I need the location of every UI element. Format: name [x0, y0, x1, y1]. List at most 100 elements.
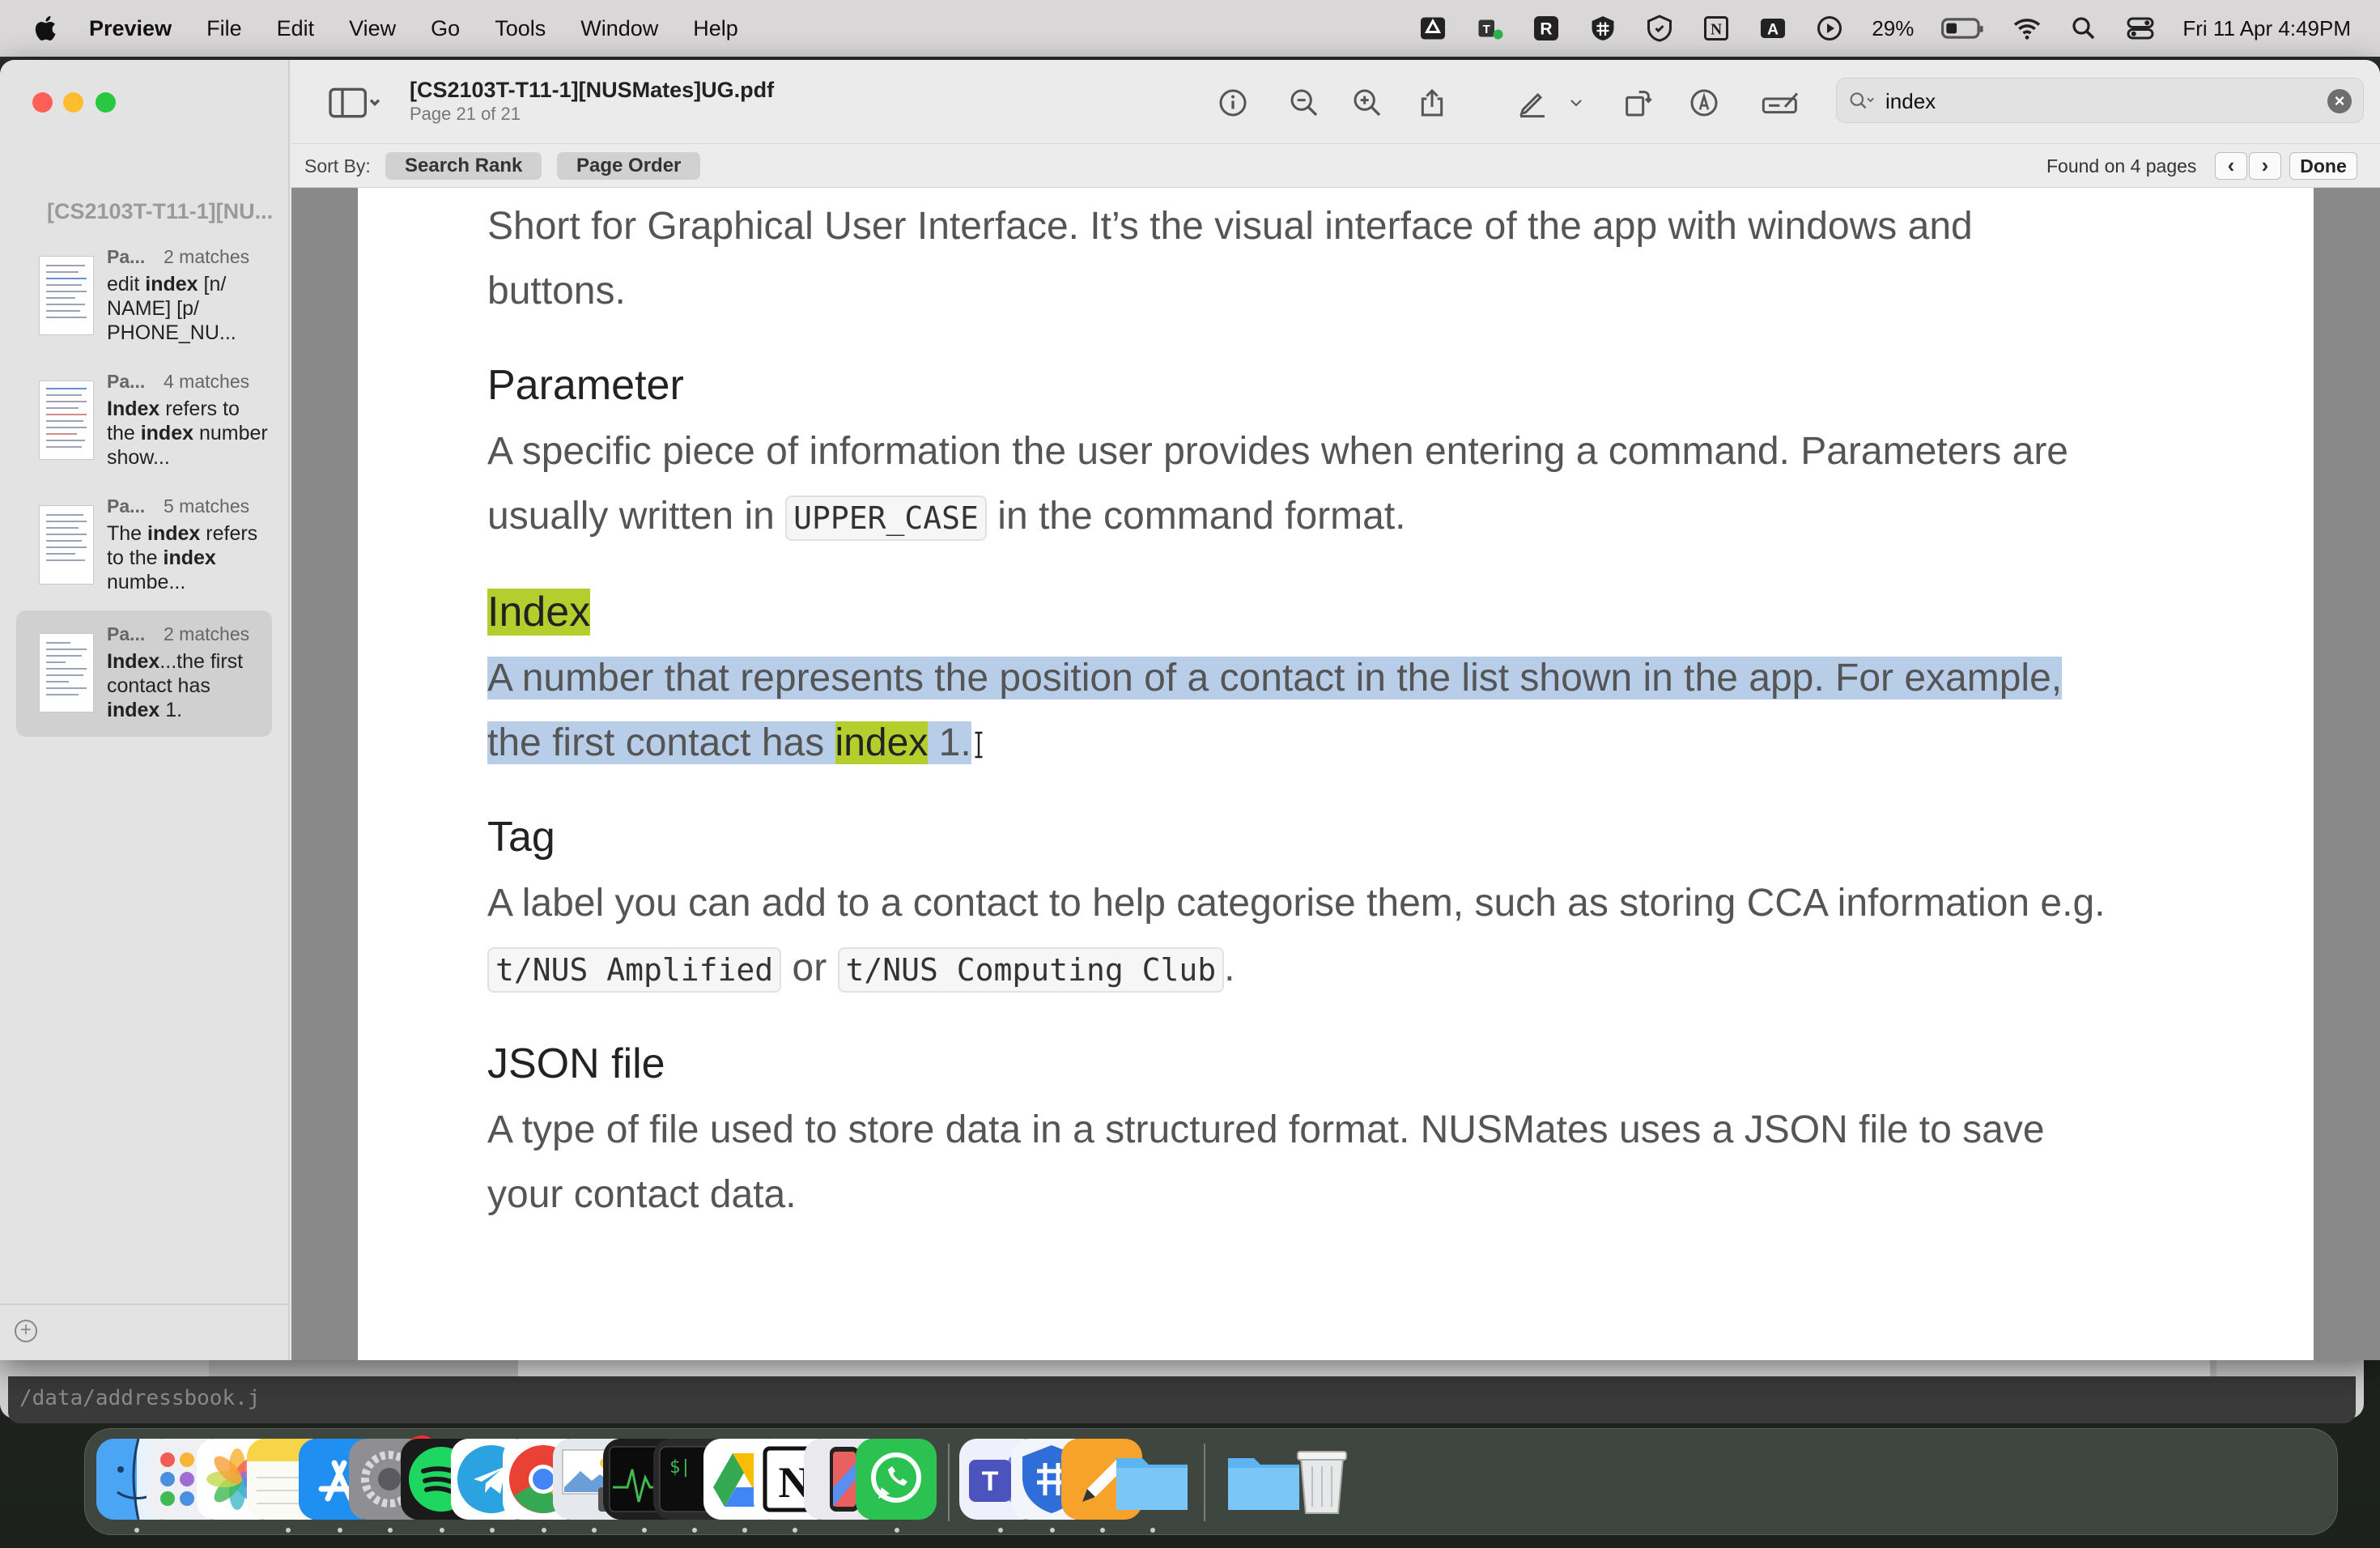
- menu-edit[interactable]: Edit: [277, 16, 315, 41]
- toolbar: [CS2103T-T11-1][NUSMates]UG.pdf Page 21 …: [291, 60, 2380, 144]
- search-highlight: index: [835, 721, 929, 764]
- page-thumbnail: [39, 256, 94, 335]
- menu-help[interactable]: Help: [693, 16, 738, 41]
- search-result-item[interactable]: Pa... 2 matches edit index [n/ NAME] [p/…: [16, 240, 272, 359]
- result-snippet: edit index [n/ NAME] [p/ PHONE_NU...: [107, 273, 236, 344]
- text-cursor-icon: [975, 732, 983, 759]
- search-result-item[interactable]: Pa... 4 matches Index refers to the inde…: [16, 364, 272, 484]
- close-window-button[interactable]: [32, 92, 53, 113]
- result-match-count: 2 matches: [164, 623, 250, 644]
- svg-text:R: R: [1541, 20, 1553, 39]
- svg-text:T: T: [1483, 23, 1490, 36]
- search-highlight: Index: [487, 589, 591, 636]
- now-playing-icon[interactable]: [1815, 14, 1844, 43]
- highlight-menu-chevron-icon[interactable]: [1564, 84, 1588, 121]
- result-page-label: Pa...: [107, 623, 146, 644]
- page-thumbnail: [39, 381, 94, 460]
- battery-percent: 29%: [1872, 15, 1915, 40]
- zoom-out-icon[interactable]: [1286, 84, 1323, 121]
- result-match-count: 2 matches: [164, 246, 250, 267]
- readwise-icon[interactable]: R: [1532, 14, 1561, 43]
- code-snippet: UPPER_CASE: [785, 495, 987, 541]
- highlight-pen-icon[interactable]: [1514, 84, 1551, 121]
- found-count: Found on 4 pages: [2046, 155, 2197, 176]
- preview-window: [CS2103T-T11-1][NU... Pa... 2 matches ed…: [0, 60, 2380, 1360]
- markup-icon[interactable]: [1685, 84, 1723, 121]
- json-definition-line: your contact data.: [487, 1173, 797, 1216]
- next-result-button[interactable]: ›: [2249, 152, 2281, 180]
- apple-icon[interactable]: [32, 14, 62, 43]
- background-terminal: /data/addressbook.j: [8, 1376, 2356, 1423]
- spotlight-search-icon[interactable]: [2069, 14, 2098, 43]
- svg-text:A: A: [1767, 21, 1779, 39]
- search-sort-bar: Sort By: Search Rank Page Order Found on…: [291, 144, 2380, 188]
- notion-status-icon[interactable]: N: [1702, 14, 1731, 43]
- menu-app-preview[interactable]: Preview: [89, 16, 172, 41]
- result-snippet: Index refers to the index number show...: [107, 398, 268, 469]
- document-view[interactable]: Short for Graphical User Interface. It’s…: [291, 188, 2380, 1360]
- sort-by-label: Sort By:: [304, 155, 371, 176]
- svg-text:$|: $|: [669, 1457, 691, 1478]
- selected-text: 1.: [928, 721, 971, 764]
- minimize-window-button[interactable]: [63, 92, 83, 113]
- sort-page-order-button[interactable]: Page Order: [557, 152, 701, 180]
- sidebar-toggle-icon[interactable]: [322, 84, 387, 121]
- menu-window[interactable]: Window: [580, 16, 658, 41]
- result-match-count: 5 matches: [164, 495, 250, 517]
- teams-status-icon[interactable]: T: [1475, 14, 1504, 43]
- zoom-in-icon[interactable]: [1349, 84, 1386, 121]
- menu-view[interactable]: View: [349, 16, 396, 41]
- sidebar-document-title: [CS2103T-T11-1][NU...: [47, 199, 274, 223]
- index-definition-line[interactable]: the first contact has index 1.: [487, 711, 2220, 776]
- result-page-label: Pa...: [107, 495, 146, 517]
- tag-definition-line: A label you can add to a contact to help…: [487, 882, 2106, 925]
- page-indicator: Page 21 of 21: [410, 104, 521, 124]
- zoom-window-button[interactable]: [96, 92, 116, 113]
- pdf-page[interactable]: Short for Graphical User Interface. It’s…: [358, 188, 2314, 1360]
- code-snippet: t/NUS Computing Club: [837, 947, 1225, 993]
- whatsapp-icon[interactable]: [856, 1439, 937, 1520]
- form-fill-icon[interactable]: [1757, 84, 1805, 121]
- control-center-icon[interactable]: [2126, 14, 2155, 43]
- index-heading: Index: [487, 588, 2220, 646]
- selected-text: A number that represents the position of…: [487, 657, 2063, 700]
- battery-icon[interactable]: [1941, 14, 1985, 43]
- share-icon[interactable]: [1413, 84, 1451, 121]
- menu-bar: Preview File Edit View Go Tools Window H…: [0, 0, 2380, 57]
- sort-search-rank-button[interactable]: Search Rank: [385, 152, 542, 180]
- menu-tools[interactable]: Tools: [495, 16, 546, 41]
- menu-clock[interactable]: Fri 11 Apr 4:49PM: [2182, 16, 2351, 41]
- dock: 1 $| N T: [84, 1428, 2338, 1535]
- gui-definition-line: Short for Graphical User Interface. It’s…: [487, 205, 1973, 248]
- index-definition-line[interactable]: A number that represents the position of…: [487, 646, 2220, 711]
- drive-status-icon[interactable]: [1418, 14, 1447, 43]
- page-thumbnail: [39, 505, 94, 585]
- done-button[interactable]: Done: [2289, 152, 2357, 180]
- search-input[interactable]: [1885, 85, 2306, 117]
- search-result-item-selected[interactable]: Pa... 2 matches Index...the first contac…: [16, 610, 272, 737]
- json-definition-line: A type of file used to store data in a s…: [487, 1108, 2045, 1151]
- add-page-button[interactable]: +: [15, 1320, 37, 1342]
- wifi-icon[interactable]: [2012, 14, 2042, 43]
- selected-text: the first contact has: [487, 721, 835, 764]
- input-source-icon[interactable]: A: [1758, 14, 1787, 43]
- folder-icon[interactable]: [1111, 1439, 1192, 1520]
- vpn-shield-grid-icon[interactable]: [1588, 14, 1617, 43]
- result-page-label: Pa...: [107, 246, 146, 267]
- parameter-definition-line: A specific piece of information the user…: [487, 430, 2068, 473]
- svg-text:T: T: [982, 1466, 999, 1497]
- previous-result-button[interactable]: ‹: [2215, 152, 2247, 180]
- page-thumbnail: [39, 633, 94, 712]
- security-shield-icon[interactable]: [1645, 14, 1674, 43]
- menu-file[interactable]: File: [206, 16, 242, 41]
- terminal-text: /data/addressbook.j: [19, 1386, 261, 1410]
- trash-icon[interactable]: [1281, 1439, 1362, 1520]
- search-field[interactable]: ×: [1836, 78, 2364, 123]
- tag-definition-line: t/NUS Amplified or t/NUS Computing Club.: [487, 936, 2220, 1002]
- rotate-icon[interactable]: [1619, 84, 1656, 121]
- menu-go[interactable]: Go: [431, 16, 460, 41]
- clear-search-icon[interactable]: ×: [2327, 89, 2352, 113]
- search-result-item[interactable]: Pa... 5 matches The index refers to the …: [16, 489, 272, 609]
- json-file-heading: JSON file: [487, 1040, 665, 1087]
- info-icon[interactable]: [1214, 84, 1252, 121]
